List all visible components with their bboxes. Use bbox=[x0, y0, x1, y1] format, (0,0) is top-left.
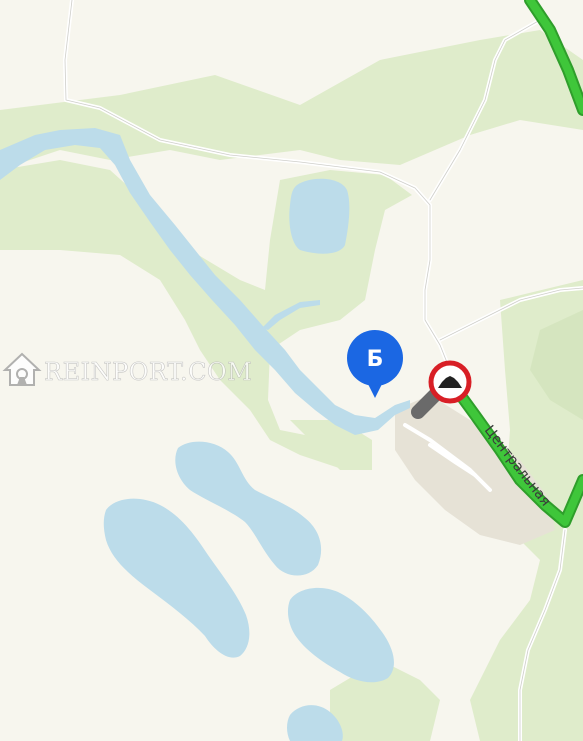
watermark-text: REINPORT.COM bbox=[44, 358, 252, 386]
map-canvas[interactable]: Центральная Б REINPORT.COM bbox=[0, 0, 583, 741]
marker-letter: Б bbox=[367, 347, 384, 372]
speed-bump-sign-icon[interactable] bbox=[428, 360, 472, 404]
lake-north bbox=[289, 178, 350, 254]
